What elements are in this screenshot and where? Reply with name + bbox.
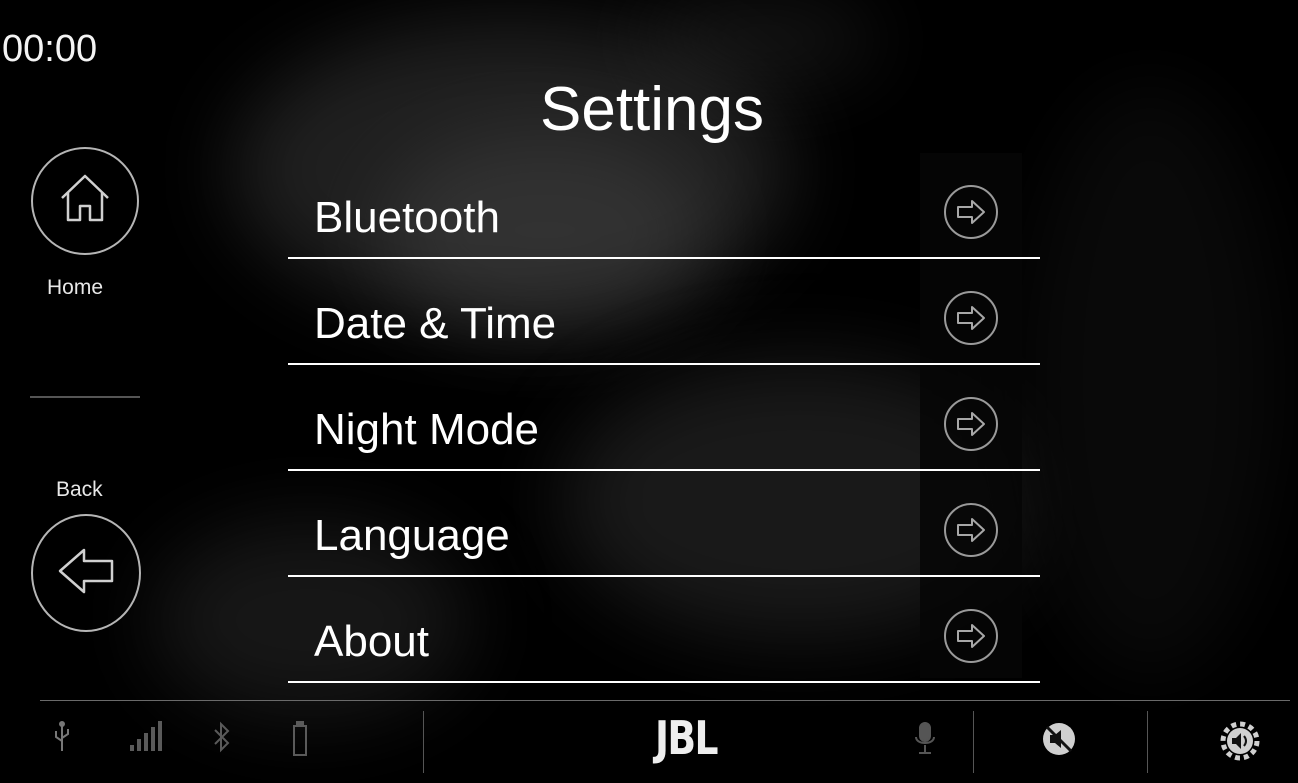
bluetooth-icon <box>212 721 232 753</box>
mute-icon[interactable] <box>1041 721 1077 757</box>
status-separator <box>1147 711 1148 773</box>
arrow-right-circle-icon[interactable] <box>944 609 998 663</box>
menu-item-night-mode[interactable]: Night Mode <box>288 369 1040 471</box>
menu-item-label: Date & Time <box>314 299 557 348</box>
settings-menu: Bluetooth Date & Time Night Mode Languag… <box>288 157 1040 687</box>
arrow-right-circle-icon[interactable] <box>944 503 998 557</box>
page-title: Settings <box>540 75 765 144</box>
arrow-left-icon <box>54 544 118 603</box>
back-button[interactable] <box>31 514 141 632</box>
back-label: Back <box>56 478 103 501</box>
menu-item-bluetooth[interactable]: Bluetooth <box>288 157 1040 259</box>
menu-item-label: Language <box>314 511 510 560</box>
sidebar-divider <box>30 396 140 398</box>
status-separator <box>973 711 974 773</box>
usb-icon <box>52 721 72 753</box>
menu-item-date-time[interactable]: Date & Time <box>288 263 1040 365</box>
home-label: Home <box>47 276 104 299</box>
microphone-icon[interactable] <box>914 721 936 755</box>
battery-icon <box>292 721 308 757</box>
home-icon <box>54 168 116 235</box>
arrow-right-circle-icon[interactable] <box>944 185 998 239</box>
menu-item-about[interactable]: About <box>288 581 1040 683</box>
clock: 00:00 <box>2 28 98 70</box>
menu-item-language[interactable]: Language <box>288 475 1040 577</box>
signal-icon <box>130 721 168 751</box>
menu-item-label: About <box>314 617 429 666</box>
arrow-right-circle-icon[interactable] <box>944 397 998 451</box>
jbl-logo: JBL <box>655 711 719 765</box>
status-separator <box>423 711 424 773</box>
status-bar: JBL <box>0 701 1298 783</box>
arrow-right-circle-icon[interactable] <box>944 291 998 345</box>
menu-item-label: Night Mode <box>314 405 540 454</box>
home-button[interactable] <box>31 147 139 255</box>
settings-icon[interactable] <box>1220 721 1260 761</box>
menu-item-label: Bluetooth <box>314 193 500 242</box>
